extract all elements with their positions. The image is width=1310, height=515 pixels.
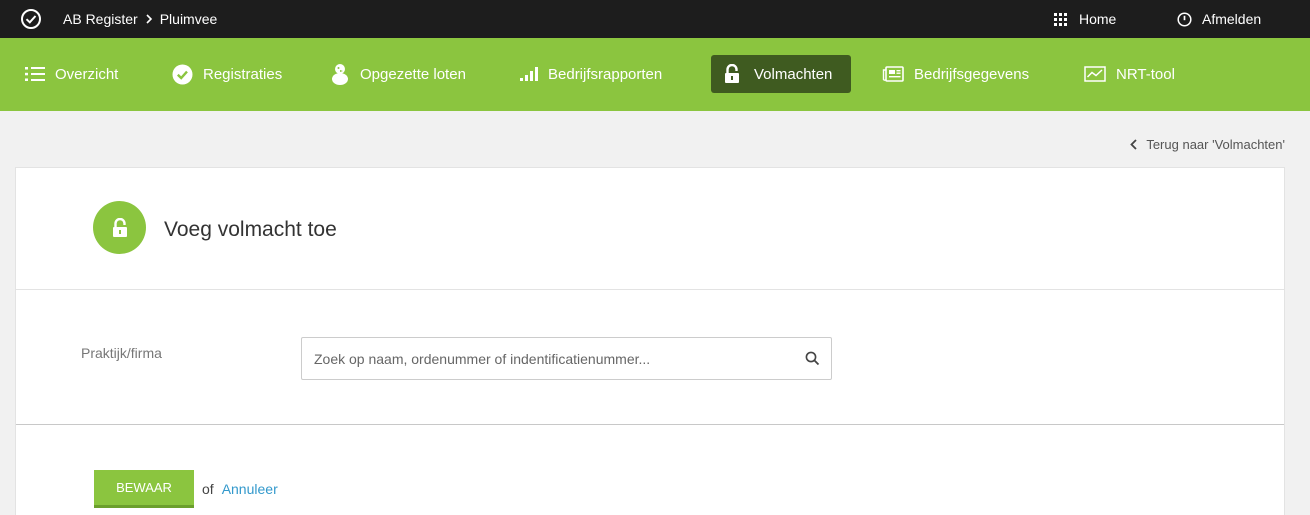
nav-item-overzicht[interactable]: Overzicht (15, 55, 128, 93)
lock-icon (725, 64, 739, 83)
nav-label: Volmachten (754, 65, 833, 83)
search-field[interactable] (301, 337, 832, 380)
chevron-left-icon (1130, 139, 1137, 150)
power-icon (1177, 11, 1192, 27)
nav-label: Overzicht (55, 65, 119, 83)
page-title: Voeg volmacht toe (164, 218, 337, 241)
chart-icon (1084, 66, 1106, 82)
logout-label: Afmelden (1202, 11, 1262, 27)
save-button[interactable]: BEWAAR (94, 470, 194, 508)
breadcrumb: AB Register Pluimvee (63, 11, 217, 27)
search-input[interactable] (314, 348, 784, 370)
newspaper-icon (882, 66, 904, 82)
chick-icon (332, 64, 348, 85)
nav-item-opgezette-loten[interactable]: Opgezette loten (320, 55, 476, 93)
form-row-praktijk: Praktijk/firma (16, 290, 1284, 425)
nav-label: Bedrijfsgegevens (914, 65, 1030, 83)
add-authorization-card: Voeg volmacht toe Praktijk/firma BEWAAR … (15, 167, 1285, 515)
nav-item-bedrijfsgegevens[interactable]: Bedrijfsgegevens (872, 55, 1039, 93)
form-actions: BEWAAR of Annuleer (94, 470, 278, 508)
search-icon[interactable] (805, 351, 820, 366)
card-header: Voeg volmacht toe (16, 168, 1284, 290)
nav-item-registraties[interactable]: Registraties (162, 55, 292, 93)
home-link[interactable]: Home (1054, 11, 1116, 27)
chevron-right-icon (146, 14, 152, 24)
top-bar: AB Register Pluimvee Home Afmelden (0, 0, 1310, 38)
check-circle-icon (172, 64, 193, 84)
nav-item-bedrijfsrapporten[interactable]: Bedrijfsrapporten (510, 55, 672, 93)
check-circle-logo-icon[interactable] (20, 8, 42, 30)
nav-item-nrt-tool[interactable]: NRT-tool (1074, 55, 1185, 93)
nav-item-volmachten[interactable]: Volmachten (711, 55, 851, 93)
nav-label: Registraties (203, 65, 283, 83)
main-nav: Overzicht Registraties Opgezette loten B… (0, 38, 1310, 111)
or-text: of (202, 481, 214, 497)
lock-badge (93, 201, 146, 254)
field-label: Praktijk/firma (81, 345, 162, 361)
nav-label: Bedrijfsrapporten (548, 65, 663, 83)
back-link-label: Terug naar 'Volmachten' (1146, 137, 1285, 152)
lock-icon (112, 217, 127, 237)
list-icon (25, 67, 45, 81)
breadcrumb-app[interactable]: AB Register (63, 11, 138, 27)
nav-label: Opgezette loten (360, 65, 466, 83)
back-link[interactable]: Terug naar 'Volmachten' (1130, 137, 1285, 152)
logout-link[interactable]: Afmelden (1177, 11, 1261, 27)
cancel-link[interactable]: Annuleer (222, 481, 278, 497)
breadcrumb-section[interactable]: Pluimvee (160, 11, 218, 27)
home-label: Home (1079, 11, 1117, 27)
grid-icon (1054, 12, 1069, 26)
signal-bars-icon (520, 67, 538, 81)
nav-label: NRT-tool (1116, 65, 1175, 83)
